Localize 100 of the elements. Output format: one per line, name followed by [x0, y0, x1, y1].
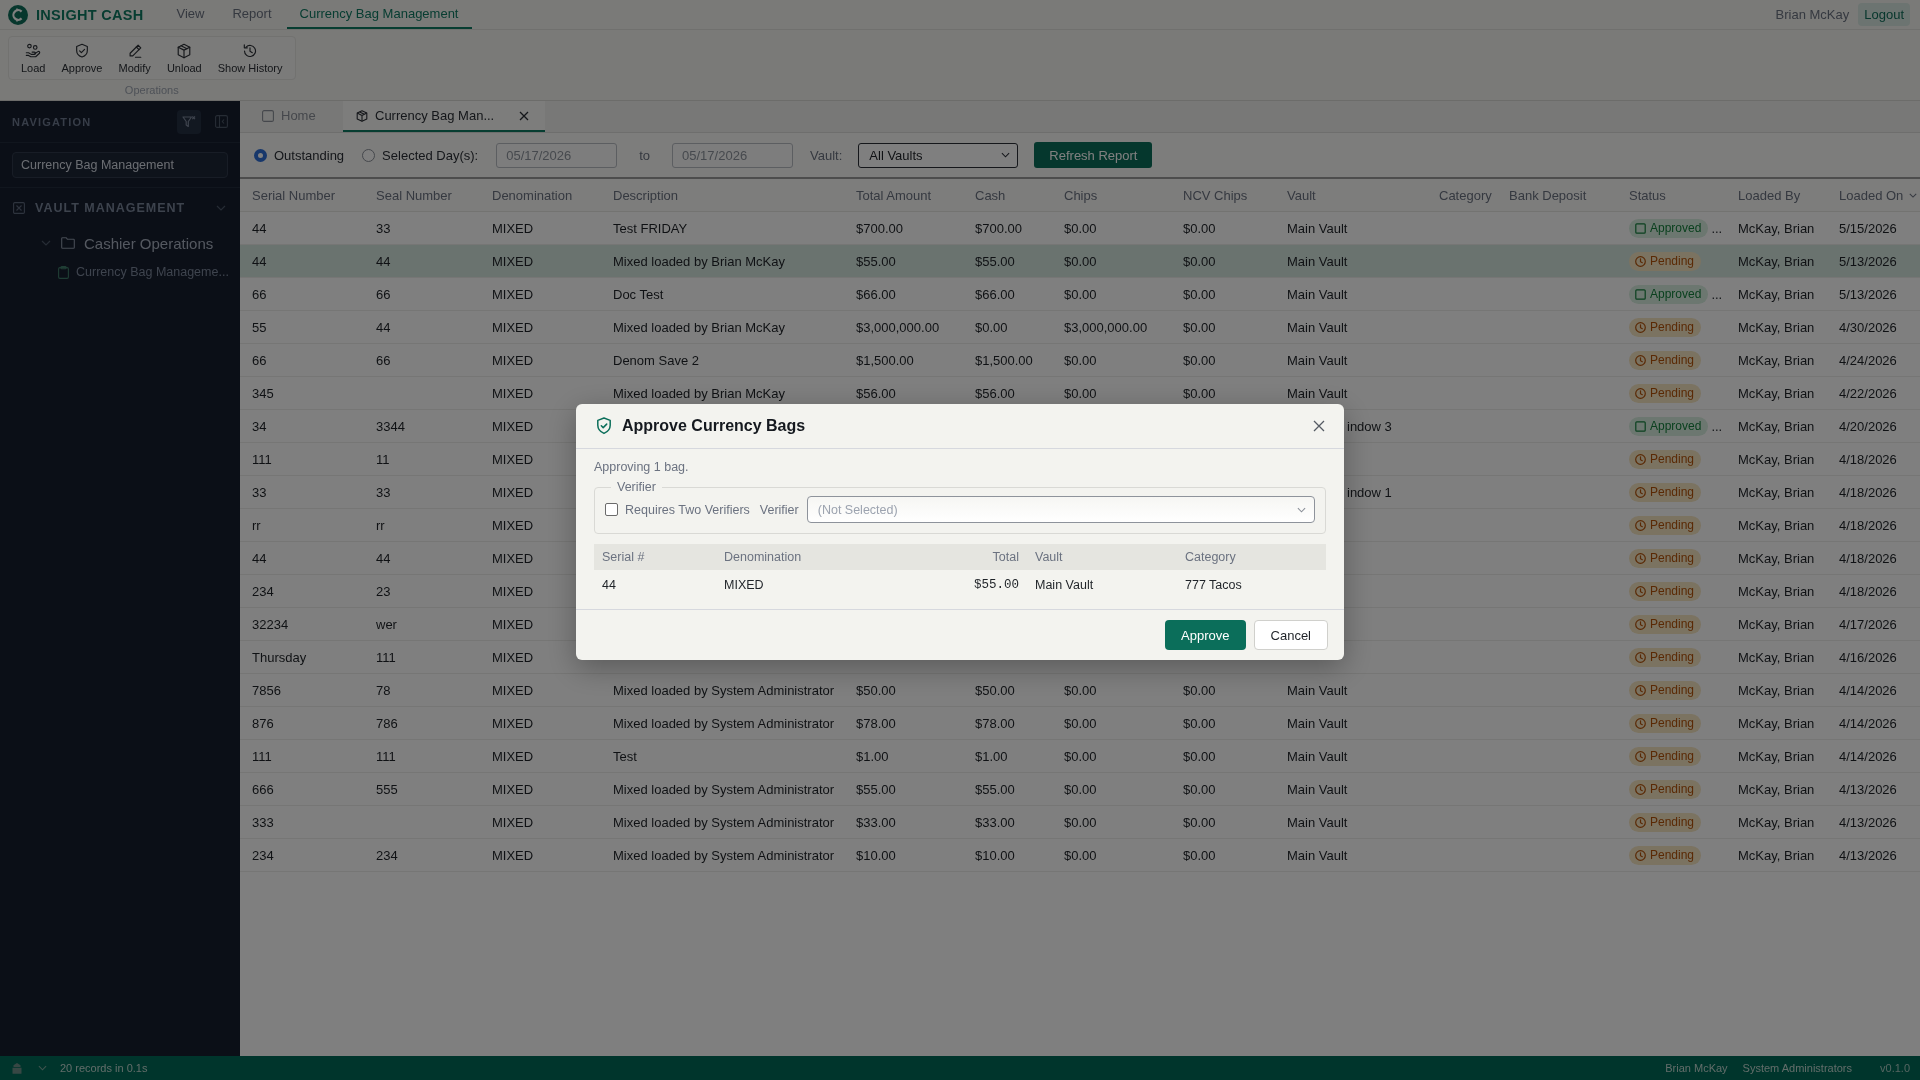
menu-tab[interactable]: Report — [219, 0, 285, 29]
building-icon[interactable] — [11, 1062, 23, 1074]
radio-label[interactable]: Outstanding — [274, 147, 345, 163]
clock-icon — [1635, 651, 1646, 663]
vault-select[interactable]: All Vaults — [858, 142, 1019, 168]
table-cell: $0.00 — [1064, 385, 1097, 401]
record-count: 20 records in 0.1s — [60, 1062, 148, 1074]
chevron-down-icon[interactable] — [216, 205, 226, 211]
column-header[interactable]: Category — [1439, 187, 1492, 203]
filter-button[interactable] — [177, 109, 201, 134]
toolbar-button[interactable]: Show History — [209, 39, 291, 77]
table-row[interactable]: 55 44 MIXED Mixed loaded by Brian McKay $3,000,000.00 $0.00 $3,000,000.00 $0.00 Main Vault Pending McKay, Brian 4/30/2026 — [240, 311, 1920, 344]
radio-button[interactable] — [362, 148, 376, 162]
table-cell: MIXED — [492, 616, 534, 632]
column-header[interactable]: Seal Number — [376, 187, 452, 203]
table-cell: 4/18/2026 — [1839, 484, 1897, 500]
table-row[interactable]: 666 555 MIXED Mixed loaded by System Administrator $55.00 $55.00 $0.00 $0.00 Main Vault Pending McKay, Brian 4/13/2026 — [240, 773, 1920, 806]
status-text: Pending — [1650, 683, 1695, 697]
chevron-down-icon[interactable] — [1297, 507, 1306, 513]
shield-check-icon — [73, 42, 90, 59]
logout-button[interactable]: Logout — [1858, 3, 1910, 26]
table-cell: 4/18/2026 — [1839, 451, 1897, 467]
table-row[interactable]: 44 44 MIXED Mixed loaded by Brian McKay $55.00 $55.00 $0.00 $0.00 Main Vault Pending McKay, Brian 5/13/2026 — [240, 245, 1920, 278]
dialog-message: Approving 1 bag. — [594, 460, 690, 474]
table-cell: MIXED — [492, 253, 534, 269]
toolbar-button[interactable]: Modify — [110, 39, 159, 77]
toolbar-button[interactable]: Approve — [53, 39, 111, 77]
refresh-button[interactable]: Refresh Report — [1034, 142, 1153, 168]
table-row[interactable]: 7856 78 MIXED Mixed loaded by System Administrator $50.00 $50.00 $0.00 $0.00 Main Vault Pending McKay, Brian 4/14/2026 — [240, 674, 1920, 707]
table-cell: $0.00 — [1064, 847, 1097, 863]
table-cell: $3,000,000.00 — [1064, 319, 1148, 335]
verifier-select[interactable]: (Not Selected) — [806, 496, 1315, 523]
column-header[interactable]: Loaded On — [1839, 187, 1904, 203]
table-cell: Main Vault — [1287, 220, 1348, 236]
search-field[interactable]: Currency Bag Management — [12, 152, 228, 178]
table-row[interactable]: 333 MIXED Mixed loaded by System Administrator $33.00 $33.00 $0.00 $0.00 Main Vault Pending McKay, Brian 4/13/2026 — [240, 806, 1920, 839]
column-header[interactable]: Vault — [1287, 187, 1316, 203]
checkbox[interactable] — [605, 503, 618, 516]
menu-tab[interactable]: View — [163, 0, 218, 29]
status-text: Pending — [1650, 452, 1695, 466]
tree-item[interactable]: Cashier Operations — [84, 234, 214, 252]
column-header[interactable]: Total Amount — [856, 187, 932, 203]
table-cell: McKay, Brian — [1738, 517, 1815, 533]
table-cell: Main Vault — [1287, 286, 1348, 302]
column-header[interactable]: Cash — [975, 187, 1006, 203]
column-header[interactable]: Description — [613, 187, 679, 203]
column-header[interactable]: Status — [1629, 187, 1666, 203]
status-text: Approved — [1650, 221, 1702, 235]
table-cell: 4/18/2026 — [1839, 517, 1897, 533]
table-cell: 4/24/2026 — [1839, 352, 1897, 368]
primary-button[interactable]: Approve — [1165, 620, 1246, 650]
table-cell: MIXED — [492, 286, 534, 302]
table-cell: 66 — [376, 352, 391, 368]
table-cell: 345 — [252, 385, 274, 401]
table-cell: $0.00 — [1064, 286, 1097, 302]
document-tab[interactable]: Currency Bag Man... — [343, 101, 546, 132]
table-cell: indow 3 — [1347, 418, 1392, 434]
table-cell: $0.00 — [1183, 814, 1216, 830]
secondary-button[interactable]: Cancel — [1253, 620, 1328, 650]
table-cell: $0.00 — [1064, 682, 1097, 698]
checkbox-label[interactable]: Requires Two Verifiers — [625, 502, 750, 517]
chevron-down-icon[interactable] — [41, 240, 51, 246]
toolbar-button[interactable]: Unload — [158, 39, 210, 77]
table-cell: 66 — [252, 286, 267, 302]
status-text: Pending — [1650, 584, 1695, 598]
square-icon — [1635, 222, 1646, 234]
column-header[interactable]: Denomination — [492, 187, 573, 203]
table-cell: 111 — [376, 649, 396, 665]
toolbar-button[interactable]: Load — [13, 39, 54, 77]
table-cell: 555 — [376, 781, 398, 797]
column-header[interactable]: Chips — [1064, 187, 1098, 203]
clock-icon — [1635, 519, 1646, 531]
table-row[interactable]: 66 66 MIXED Doc Test $66.00 $66.00 $0.00 $0.00 Main Vault Approved ... McKay, Brian 5/13/2026 — [240, 278, 1920, 311]
table-cell: $1.00 — [856, 748, 889, 764]
table-cell: MIXED — [492, 583, 534, 599]
column-header[interactable]: Serial Number — [252, 187, 336, 203]
table-row[interactable]: 234 234 MIXED Mixed loaded by System Administrator $10.00 $10.00 $0.00 $0.00 Main Vault Pending McKay, Brian 4/13/2026 — [240, 839, 1920, 872]
table-row[interactable]: 111 111 MIXED Test $1.00 $1.00 $0.00 $0.00 Main Vault Pending McKay, Brian 4/14/2026 — [240, 740, 1920, 773]
square-icon — [1635, 420, 1646, 432]
table-cell: MIXED — [492, 781, 534, 797]
table-cell: $0.00 — [1064, 748, 1097, 764]
chevron-down-icon[interactable] — [38, 1065, 47, 1071]
sort-caret-icon[interactable] — [1909, 192, 1918, 198]
column-header[interactable]: NCV Chips — [1183, 187, 1248, 203]
clock-icon — [1635, 684, 1646, 696]
column-header[interactable]: Bank Deposit — [1509, 187, 1587, 203]
table-row[interactable]: 66 66 MIXED Denom Save 2 $1,500.00 $1,500.00 $0.00 $0.00 Main Vault Pending McKay, Brian 4/24/2026 — [240, 344, 1920, 377]
table-cell: Main Vault — [1287, 319, 1348, 335]
sidebar-toggle-icon[interactable] — [215, 115, 228, 128]
clock-icon — [1635, 387, 1646, 399]
radio-label[interactable]: Selected Day(s): — [382, 147, 479, 163]
table-row[interactable]: 876 786 MIXED Mixed loaded by System Administrator $78.00 $78.00 $0.00 $0.00 Main Vault Pending McKay, Brian 4/14/2026 — [240, 707, 1920, 740]
table-cell: 32234 — [252, 616, 289, 632]
column-header[interactable]: Loaded By — [1738, 187, 1801, 203]
history-icon — [242, 42, 259, 59]
table-cell: 23 — [376, 583, 391, 599]
table-cell: 111 — [252, 748, 272, 764]
radio-button[interactable] — [254, 148, 267, 162]
table-cell: 4/14/2026 — [1839, 748, 1897, 764]
field-label: to — [639, 147, 651, 163]
